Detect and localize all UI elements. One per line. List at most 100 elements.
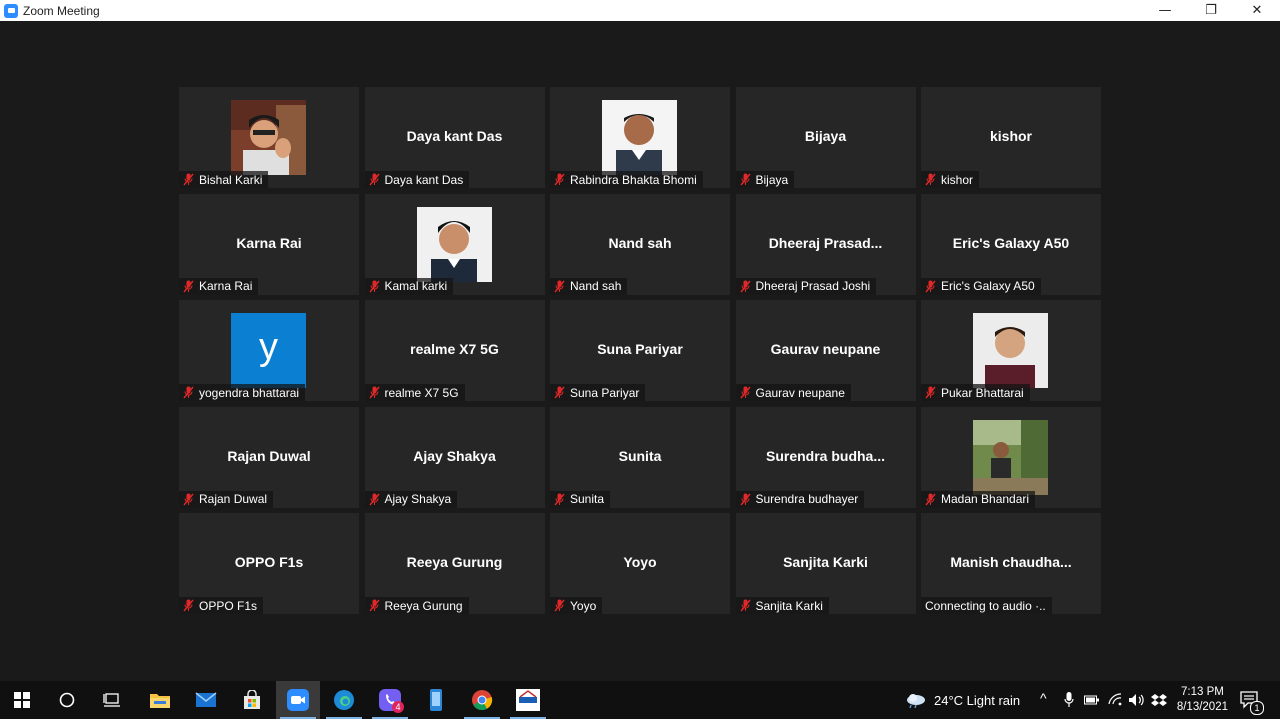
participant-name-text: Eric's Galaxy A50 [941, 279, 1035, 293]
volume-icon[interactable] [1128, 693, 1146, 707]
wifi-icon[interactable] [1107, 692, 1123, 706]
edge-button[interactable] [322, 681, 366, 719]
meeting-area: Bishal Karki Daya kant Das Daya kant Das Ra… [0, 21, 1280, 681]
participant-tile[interactable]: Gaurav neupane Gaurav neupane [735, 300, 916, 401]
gallery-grid: Bishal Karki Daya kant Das Daya kant Das Ra… [179, 87, 1101, 614]
participant-name-label: Connecting to audio ·.. [921, 597, 1052, 614]
participant-tile[interactable]: Madan Bhandari [921, 406, 1101, 508]
participant-name-text: Bishal Karki [199, 172, 263, 187]
restore-button[interactable]: ❐ [1188, 0, 1234, 21]
windows-logo-icon [14, 692, 30, 708]
participant-name-label: Pukar Bhattarai [921, 384, 1030, 401]
participant-name-label: Bishal Karki [179, 171, 269, 188]
participant-tile[interactable]: Kamal karki [364, 193, 545, 295]
search-button[interactable] [45, 681, 89, 719]
participant-name-label: Rabindra Bhakta Bhomi [550, 171, 703, 188]
muted-mic-icon [925, 493, 936, 506]
participant-name-text: Pukar Bhattarai [941, 385, 1024, 400]
hcc-app-button[interactable] [506, 681, 550, 719]
battery-icon[interactable] [1084, 694, 1100, 706]
title-bar: Zoom Meeting — ❐ ✕ [0, 0, 1280, 21]
participant-name-label: Gaurav neupane [735, 384, 851, 401]
muted-mic-icon [554, 386, 565, 399]
participant-name-label: Sunita [550, 490, 611, 508]
muted-mic-icon [368, 599, 380, 612]
dropbox-icon[interactable] [1151, 693, 1167, 707]
phone-app-button[interactable] [414, 681, 458, 719]
participant-name-label: Bijaya [735, 171, 795, 188]
muted-mic-icon [368, 173, 380, 186]
zoom-taskbar-button[interactable] [276, 681, 320, 719]
participant-tile[interactable]: Bishal Karki [179, 87, 359, 188]
participant-tile[interactable]: Karna Rai Karna Rai [179, 193, 359, 295]
task-view-button[interactable] [90, 681, 134, 719]
participant-name-text: Ajay Shakya [384, 492, 452, 506]
windows-start-button[interactable] [0, 681, 44, 719]
participant-video [973, 313, 1048, 388]
participant-name-label: yogendra bhattarai [179, 384, 306, 401]
participant-tile[interactable]: Rajan Duwal Rajan Duwal [179, 406, 359, 508]
participant-name-label: Eric's Galaxy A50 [921, 277, 1041, 295]
participant-name-text: Dheeraj Prasad Joshi [755, 279, 871, 293]
participant-name-text: kishor [941, 172, 974, 187]
muted-mic-icon [554, 173, 565, 186]
close-button[interactable]: ✕ [1234, 0, 1280, 21]
chevron-up-icon[interactable]: ^ [1040, 690, 1047, 706]
task-view-icon [103, 693, 120, 707]
participant-tile[interactable]: Suna Pariyar Suna Pariyar [550, 300, 730, 401]
file-explorer-button[interactable] [138, 681, 182, 719]
participant-name-text: Suna Pariyar [570, 385, 640, 400]
participant-tile[interactable]: Eric's Galaxy A50 Eric's Galaxy A50 [921, 193, 1101, 295]
store-button[interactable] [230, 681, 274, 719]
participant-tile[interactable]: Pukar Bhattarai [921, 300, 1101, 401]
participant-tile[interactable]: realme X7 5G realme X7 5G [364, 300, 545, 401]
viber-button[interactable]: 4 [368, 681, 412, 719]
participant-name-label: Daya kant Das [364, 171, 470, 188]
participant-tile[interactable]: Sanjita Karki Sanjita Karki [735, 513, 916, 614]
participant-tile[interactable]: y yogendra bhattarai [179, 300, 359, 401]
participant-name-text: Kamal karki [384, 279, 448, 293]
muted-mic-icon [183, 386, 194, 399]
mail-icon [195, 692, 217, 707]
participant-name-label: Kamal karki [364, 277, 454, 295]
weather-text[interactable]: 24°C Light rain [934, 693, 1020, 708]
muted-mic-icon [925, 386, 936, 399]
search-circle-icon [59, 692, 75, 708]
participant-tile[interactable]: Bijaya Bijaya [735, 87, 916, 188]
participant-tile[interactable]: Dheeraj Prasad... Dheeraj Prasad Joshi [735, 193, 916, 295]
participant-tile[interactable]: kishor kishor [921, 87, 1101, 188]
participant-tile[interactable]: Ajay Shakya Ajay Shakya [364, 406, 545, 508]
muted-mic-icon [554, 493, 565, 506]
muted-mic-icon [739, 493, 751, 506]
mail-button[interactable] [184, 681, 228, 719]
participant-name-text: Reeya Gurung [384, 598, 463, 613]
participant-name-text: Gaurav neupane [755, 385, 845, 400]
participant-tile[interactable]: Manish chaudha... Connecting to audio ·.. [921, 513, 1101, 614]
participant-name-text: Karna Rai [199, 279, 253, 293]
participant-name-label: kishor [921, 171, 980, 188]
chrome-button[interactable] [460, 681, 504, 719]
participant-name-label: Ajay Shakya [364, 490, 458, 508]
participant-tile[interactable]: Rabindra Bhakta Bhomi [550, 87, 730, 188]
participant-name-label: Yoyo [550, 597, 603, 614]
participant-tile[interactable]: Reeya Gurung Reeya Gurung [364, 513, 545, 614]
participant-name-label: OPPO F1s [179, 597, 264, 614]
participant-tile[interactable]: Surendra budha... Surendra budhayer [735, 406, 916, 508]
muted-mic-icon [739, 386, 751, 399]
participant-name-label: Dheeraj Prasad Joshi [735, 277, 877, 295]
participant-name-text: Daya kant Das [384, 172, 464, 187]
taskbar: 4 24°C Light rain ^ 7:13 PM 8/13/2021 1 [0, 681, 1280, 719]
clock[interactable]: 7:13 PM 8/13/2021 [1177, 685, 1228, 715]
participant-tile[interactable]: Daya kant Das Daya kant Das [364, 87, 545, 188]
participant-tile[interactable]: Nand sah Nand sah [550, 193, 730, 295]
participant-name-text: Rajan Duwal [199, 492, 268, 506]
participant-name-label: Rajan Duwal [179, 490, 274, 508]
participant-name-label: realme X7 5G [364, 384, 465, 401]
participant-tile[interactable]: OPPO F1s OPPO F1s [179, 513, 359, 614]
participant-tile[interactable]: Yoyo Yoyo [550, 513, 730, 614]
muted-mic-icon [183, 280, 194, 293]
participant-tile[interactable]: Sunita Sunita [550, 406, 730, 508]
minimize-button[interactable]: — [1142, 0, 1188, 21]
window-controls: — ❐ ✕ [1142, 0, 1280, 21]
microphone-icon[interactable] [1064, 692, 1074, 708]
